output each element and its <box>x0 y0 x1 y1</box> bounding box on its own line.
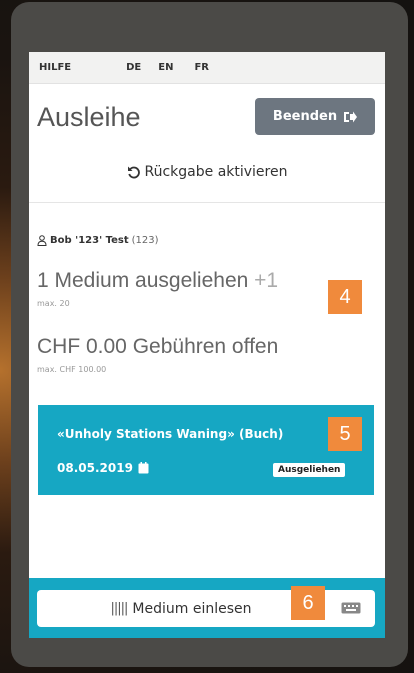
end-button[interactable]: Beenden <box>255 98 375 135</box>
loans-extra: +1 <box>254 269 279 292</box>
loans-max: max. 20 <box>37 299 70 308</box>
fees-summary: CHF 0.00 Gebühren offen <box>37 335 279 358</box>
user-id: (123) <box>131 235 159 246</box>
calendar-icon <box>138 462 149 474</box>
status-badge: Ausgeliehen <box>273 463 346 477</box>
barcode-icon: ||||| <box>110 601 129 616</box>
lang-fr-link[interactable]: FR <box>194 62 209 73</box>
top-nav: HILFE DE EN FR <box>29 52 385 84</box>
page-header: Ausleihe Beenden <box>29 84 385 159</box>
help-link[interactable]: HILFE <box>39 62 71 73</box>
end-button-label: Beenden <box>272 109 338 124</box>
user-icon <box>37 235 47 246</box>
lang-de-link[interactable]: DE <box>126 62 141 73</box>
keyboard-icon[interactable] <box>341 602 361 614</box>
sign-out-icon <box>344 111 358 122</box>
divider <box>29 202 385 203</box>
scan-label-group: ||||| Medium einlesen <box>111 601 252 617</box>
loan-due-date: 08.05.2019 <box>57 461 149 475</box>
annotation-badge-4: 4 <box>328 280 362 314</box>
loan-card[interactable]: «Unholy Stations Waning» (Buch) 5 08.05.… <box>38 405 374 495</box>
loan-title: «Unholy Stations Waning» (Buch) <box>57 427 284 441</box>
scan-bar: ||||| Medium einlesen 6 <box>29 578 385 638</box>
lang-en-link[interactable]: EN <box>158 62 173 73</box>
return-toggle[interactable]: Rückgabe aktivieren <box>29 164 385 180</box>
loans-summary: 1 Medium ausgeliehen +1 <box>37 269 278 293</box>
app-screen: HILFE DE EN FR Ausleihe Beenden Rückgabe… <box>29 52 385 638</box>
loans-count: 1 Medium ausgeliehen <box>37 269 249 292</box>
annotation-badge-6: 6 <box>291 586 325 620</box>
scan-label: Medium einlesen <box>132 600 252 617</box>
user-info: Bob '123' Test (123) <box>37 235 159 246</box>
user-name: Bob '123' Test <box>50 235 129 246</box>
return-label: Rückgabe aktivieren <box>144 164 288 180</box>
annotation-badge-5: 5 <box>328 417 362 451</box>
page-title: Ausleihe <box>37 102 141 132</box>
undo-icon <box>127 166 140 179</box>
fees-max: max. CHF 100.00 <box>37 365 107 374</box>
due-date-text: 08.05.2019 <box>57 461 133 475</box>
